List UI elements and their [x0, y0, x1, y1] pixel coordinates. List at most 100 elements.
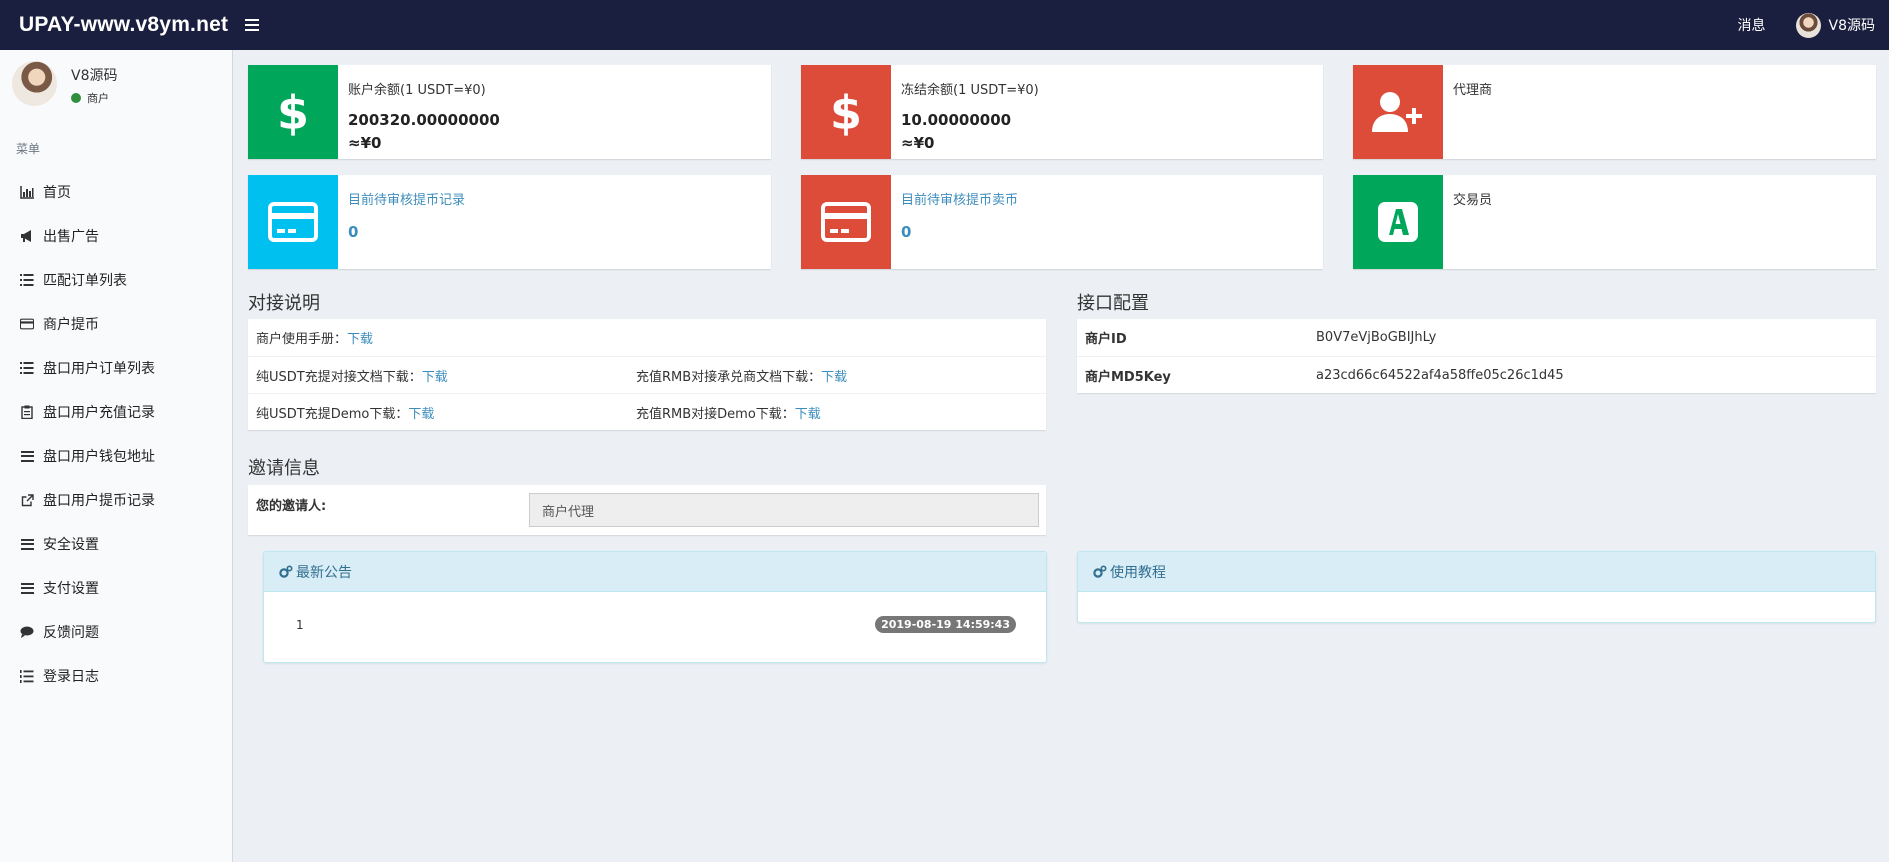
rmb-doc-download-link[interactable]: 下载 [821, 370, 847, 385]
md5key-value: a23cd66c64522af4a58ffe05c26c1d45 [1316, 367, 1564, 383]
notice-item[interactable]: 1 2019-08-19 14:59:43 [296, 616, 1016, 633]
doc-row: 纯USDT充提对接文档下载：下载 充值RMB对接承兑商文档下载：下载 [248, 356, 1046, 393]
sidebar-item-match-orders[interactable]: 匹配订单列表 [0, 258, 232, 302]
menu-header: 菜单 [16, 142, 41, 156]
inviter-input[interactable]: 商户代理 [529, 493, 1039, 527]
brand-logo[interactable]: UPAY-www.v8ym.net [0, 13, 232, 37]
credit-card-icon [248, 175, 338, 269]
bars-icon [20, 582, 34, 594]
md5key-label: 商户MD5Key [1085, 369, 1171, 385]
sidebar-item-label: 盘口用户充值记录 [43, 405, 155, 421]
username: V8源码 [1828, 18, 1875, 34]
usdt-demo-download-link[interactable]: 下载 [408, 407, 434, 422]
clipboard-icon [20, 405, 34, 419]
balance-cny: ≈¥0 [348, 134, 382, 152]
usdt-demo-label: 纯USDT充提Demo下载： [256, 406, 409, 422]
sidebar-item-login-log[interactable]: 登录日志 [0, 654, 232, 698]
bar-chart-icon [20, 185, 34, 199]
cogs-icon [279, 565, 293, 578]
trader-a-icon [1353, 175, 1443, 269]
tutorial-title: 使用教程 [1110, 564, 1166, 581]
api-config-title: 接口配置 [1077, 293, 1149, 314]
sidebar-item-label: 盘口用户订单列表 [43, 361, 155, 377]
pending-sell-value: 0 [901, 223, 912, 241]
sidebar-item-label: 反馈问题 [43, 625, 99, 641]
integration-title: 对接说明 [248, 293, 320, 314]
navbar-right: 消息 V8源码 [1738, 12, 1889, 38]
sidebar-menu: 首页 出售广告 匹配订单列表 商户提币 盘口用户订单列表 盘口用户充值记录 盘口… [0, 170, 232, 698]
usdt-doc-download-link[interactable]: 下载 [422, 370, 448, 385]
credit-card-icon [20, 317, 34, 331]
svg-text:$: $ [279, 87, 307, 137]
user-panel: V8源码 商户 [12, 61, 117, 106]
agent-info-box[interactable]: 代理商 [1353, 65, 1876, 159]
sidebar-toggle-icon[interactable] [245, 19, 259, 31]
sidebar-item-feedback[interactable]: 反馈问题 [0, 610, 232, 654]
sidebar-item-user-wallet[interactable]: 盘口用户钱包地址 [0, 434, 232, 478]
merchant-id-label: 商户ID [1085, 332, 1127, 347]
pending-withdraw-value: 0 [348, 223, 359, 241]
usdt-doc-label: 纯USDT充提对接文档下载： [256, 369, 422, 385]
manual-row: 商户使用手册： 下载 [248, 319, 1046, 356]
balance-info-box: $ 账户余额(1 USDT=¥0) 200320.00000000 ≈¥0 [248, 65, 771, 159]
manual-download-link[interactable]: 下载 [347, 328, 373, 347]
comment-icon [20, 625, 34, 639]
sidebar-item-user-withdraw[interactable]: 盘口用户提币记录 [0, 478, 232, 522]
sidebar-item-label: 首页 [43, 185, 71, 201]
api-config-panel: 商户ID B0V7eVjBoGBIJhLy 商户MD5Key a23cd66c6… [1077, 319, 1876, 393]
list-icon [20, 273, 34, 287]
external-link-icon [20, 493, 34, 507]
pending-withdraw-link[interactable]: 目前待审核提币记录 [348, 189, 465, 208]
svg-text:$: $ [832, 87, 860, 137]
sidebar-item-home[interactable]: 首页 [0, 170, 232, 214]
online-dot-icon [71, 93, 81, 103]
user-menu[interactable]: V8源码 [1795, 12, 1875, 38]
pending-sell-info-box: 目前待审核提币卖币 0 [801, 175, 1323, 269]
trader-label: 交易员 [1453, 193, 1493, 208]
rmb-demo-download-link[interactable]: 下载 [795, 407, 821, 422]
sidebar-item-user-orders[interactable]: 盘口用户订单列表 [0, 346, 232, 390]
sidebar-item-user-recharge[interactable]: 盘口用户充值记录 [0, 390, 232, 434]
user-status: 商户 [71, 90, 117, 106]
frozen-info-box: $ 冻结余额(1 USDT=¥0) 10.00000000 ≈¥0 [801, 65, 1323, 159]
bullhorn-icon [20, 229, 34, 243]
tutorial-box: 使用教程 [1077, 551, 1876, 623]
bars-icon [20, 538, 34, 550]
merchant-id-value: B0V7eVjBoGBIJhLy [1316, 330, 1437, 345]
frozen-value: 10.00000000 [901, 111, 1012, 129]
list-ol-icon [20, 669, 34, 683]
inviter-label: 您的邀请人: [256, 499, 327, 514]
sidebar-item-merchant-withdraw[interactable]: 商户提币 [0, 302, 232, 346]
sidebar-item-security[interactable]: 安全设置 [0, 522, 232, 566]
balance-label: 账户余额(1 USDT=¥0) [348, 83, 486, 98]
notice-date-badge: 2019-08-19 14:59:43 [875, 616, 1016, 633]
sidebar-item-label: 安全设置 [43, 537, 99, 553]
sidebar-item-label: 匹配订单列表 [43, 273, 127, 289]
rmb-doc-label: 充值RMB对接承兑商文档下载： [636, 369, 822, 385]
user-role: 商户 [87, 92, 109, 105]
merchant-id-row: 商户ID B0V7eVjBoGBIJhLy [1077, 319, 1876, 356]
tutorial-header: 使用教程 [1078, 552, 1875, 592]
notice-title: 最新公告 [296, 564, 352, 581]
credit-card-icon [801, 175, 891, 269]
sidebar-item-label: 盘口用户钱包地址 [43, 449, 155, 465]
rmb-demo-label: 充值RMB对接Demo下载： [636, 406, 795, 422]
cogs-icon [1093, 565, 1107, 578]
list-icon [20, 361, 34, 375]
md5key-row: 商户MD5Key a23cd66c64522af4a58ffe05c26c1d4… [1077, 356, 1876, 393]
pending-sell-link[interactable]: 目前待审核提币卖币 [901, 189, 1018, 208]
dollar-icon: $ [248, 65, 338, 159]
sidebar-item-payment[interactable]: 支付设置 [0, 566, 232, 610]
notice-header: 最新公告 [264, 552, 1046, 592]
avatar [12, 61, 57, 106]
balance-value: 200320.00000000 [348, 111, 500, 129]
demo-row: 纯USDT充提Demo下载：下载 充值RMB对接Demo下载：下载 [248, 393, 1046, 430]
sidebar-item-label: 登录日志 [43, 669, 99, 685]
trader-info-box[interactable]: 交易员 [1353, 175, 1876, 269]
pending-withdraw-info-box: 目前待审核提币记录 0 [248, 175, 771, 269]
sidebar: V8源码 商户 菜单 首页 出售广告 匹配订单列表 商户提币 盘口用户订单列表 … [0, 50, 233, 862]
sidebar-item-sell-ads[interactable]: 出售广告 [0, 214, 232, 258]
avatar [1795, 12, 1821, 38]
sidebar-item-label: 商户提币 [43, 317, 99, 333]
messages-link[interactable]: 消息 [1738, 15, 1766, 35]
